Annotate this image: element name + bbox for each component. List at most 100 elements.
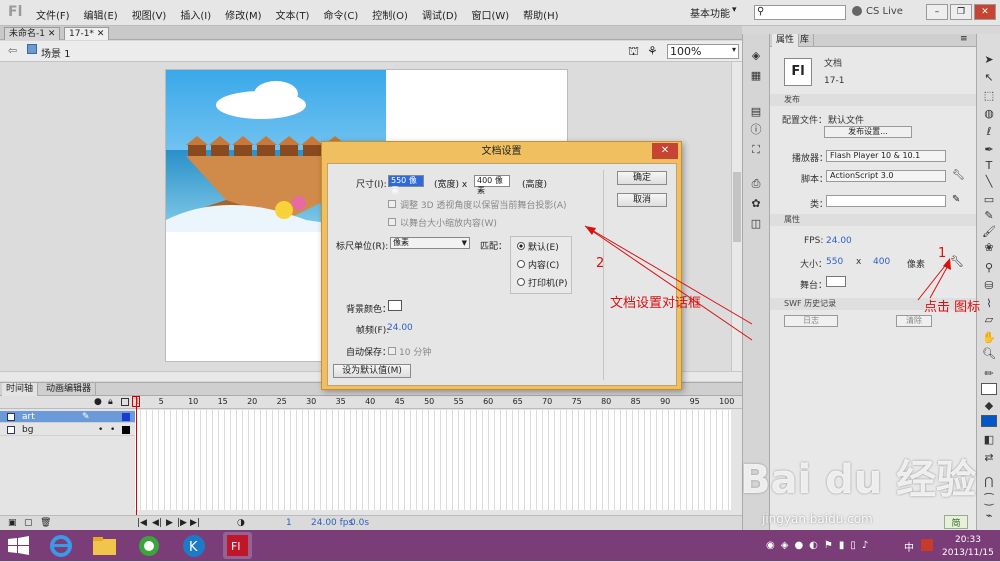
eyedropper-tool-icon[interactable]: ⌇ — [981, 296, 997, 311]
class-input[interactable] — [826, 195, 946, 207]
free-transform-tool-icon[interactable]: ⬚ — [981, 88, 997, 103]
search-input[interactable]: ⚲ — [754, 5, 846, 20]
subselection-tool-icon[interactable]: ↖ — [981, 70, 997, 85]
tab-properties[interactable]: 属性 — [772, 34, 800, 47]
tab-17-1[interactable]: 17-1* ✕ — [64, 27, 110, 40]
edit-class-icon[interactable]: ✎ — [952, 194, 960, 205]
align-icon[interactable]: ▤ — [748, 104, 764, 119]
step-back-icon[interactable]: ◀| — [152, 518, 162, 528]
back-arrow-icon[interactable]: ⇦ — [8, 44, 17, 57]
menu-file[interactable]: 文件(F) — [36, 7, 70, 22]
match-printer-radio[interactable] — [517, 278, 525, 286]
components-icon[interactable]: ✿ — [748, 196, 764, 211]
hand-tool-icon[interactable]: ✋ — [981, 330, 997, 345]
selection-tool-icon[interactable]: ➤ — [981, 52, 997, 67]
menu-modify[interactable]: 修改(M) — [225, 7, 261, 22]
ok-button[interactable]: 确定 — [617, 171, 667, 185]
height-value[interactable]: 400 — [873, 257, 890, 267]
dialog-close-button[interactable]: ✕ — [652, 143, 678, 159]
eraser-tool-icon[interactable]: ▱ — [981, 312, 997, 327]
line-tool-icon[interactable]: ╲ — [981, 174, 997, 189]
autosave-checkbox[interactable] — [388, 347, 396, 355]
frame-rate[interactable]: 24.00 fps — [311, 518, 353, 528]
pen-tool-icon[interactable]: ✒ — [981, 142, 997, 157]
menu-view[interactable]: 视图(V) — [132, 7, 167, 22]
volume-icon[interactable]: ♪ — [862, 540, 868, 551]
snap-icon[interactable]: ⋂ — [981, 474, 997, 489]
browser-360-icon[interactable] — [135, 532, 164, 559]
text-tool-icon[interactable]: T — [981, 158, 997, 173]
height-input[interactable]: 400 像素 — [474, 175, 510, 195]
menu-edit[interactable]: 编辑(E) — [84, 7, 118, 22]
chevron-down-icon[interactable]: ▾ — [732, 5, 737, 15]
menu-insert[interactable]: 插入(I) — [180, 7, 211, 22]
info-icon[interactable]: ⓘ — [748, 122, 764, 137]
stage-color-swatch[interactable] — [826, 276, 846, 287]
lock-icon[interactable]: 🔒︎ — [108, 397, 113, 407]
clock-time[interactable]: 20:33 — [955, 535, 981, 545]
panel-menu-icon[interactable]: ≡ — [960, 34, 968, 44]
width-value[interactable]: 550 — [826, 257, 843, 267]
edit-symbols-icon[interactable]: ⚘ — [647, 44, 658, 58]
vertical-scrollbar[interactable] — [731, 62, 742, 371]
cancel-button[interactable]: 取消 — [617, 193, 667, 207]
go-first-frame-icon[interactable]: |◀ — [137, 518, 147, 528]
match-default-radio[interactable] — [517, 242, 525, 250]
smooth-icon[interactable]: ⁐ — [981, 492, 997, 507]
pencil-tool-icon[interactable]: ✎ — [981, 208, 997, 223]
new-folder-icon[interactable]: ▢ — [24, 518, 33, 528]
minimize-button[interactable]: – — [926, 4, 948, 20]
play-icon[interactable]: ▶ — [166, 518, 173, 528]
log-button[interactable]: 日志 — [784, 315, 838, 327]
layer-color-swatch[interactable] — [122, 426, 130, 434]
script-select[interactable]: ActionScript 3.0 — [826, 170, 946, 182]
workspace-switcher[interactable]: 基本功能 — [690, 5, 730, 20]
new-layer-icon[interactable]: ▣ — [8, 518, 17, 528]
antivirus-icon[interactable]: ◐ — [809, 540, 818, 551]
flag-icon[interactable]: ⚑ — [824, 540, 833, 551]
straighten-icon[interactable]: ⌁ — [981, 508, 997, 523]
player-select[interactable]: Flash Player 10 & 10.1 — [826, 150, 946, 162]
stroke-color-icon[interactable]: ✏ — [981, 366, 997, 381]
3d-rotation-tool-icon[interactable]: ◍ — [981, 106, 997, 121]
wrench-icon[interactable]: 🔧︎ — [952, 170, 965, 181]
zoom-tool-icon[interactable]: 🔍︎ — [981, 346, 997, 361]
swap-colors-icon[interactable]: ⇄ — [981, 450, 997, 465]
internet-explorer-icon[interactable] — [47, 532, 76, 559]
outline-icon[interactable] — [121, 398, 129, 406]
clear-button[interactable]: 清除 — [896, 315, 932, 327]
restore-button[interactable]: ❐ — [950, 4, 972, 20]
frame-grid[interactable] — [135, 410, 731, 510]
section-properties-header[interactable]: 属性 — [770, 214, 976, 226]
qq-icon[interactable]: ● — [794, 540, 803, 551]
menu-window[interactable]: 窗口(W) — [471, 7, 509, 22]
lasso-tool-icon[interactable]: ℓ — [981, 124, 997, 139]
tab-untitled[interactable]: 未命名-1 ✕ — [4, 27, 61, 40]
menu-help[interactable]: 帮助(H) — [523, 7, 558, 22]
swatches-icon[interactable]: ▦ — [748, 68, 764, 83]
layer-row-art[interactable]: art ✎ — [0, 411, 135, 423]
stroke-color-swatch[interactable] — [981, 383, 997, 395]
ime-indicator[interactable]: 中 — [904, 539, 914, 554]
fps-value[interactable]: 24.00 — [387, 323, 413, 333]
current-frame[interactable]: 1 — [286, 518, 292, 528]
ime-status-badge[interactable]: 简 — [944, 515, 968, 529]
motion-presets-icon[interactable]: ◫ — [748, 216, 764, 231]
deco-tool-icon[interactable]: ❀ — [981, 240, 997, 255]
fps-value[interactable]: 24.00 — [826, 236, 852, 246]
match-content-radio[interactable] — [517, 260, 525, 268]
document-settings-wrench-icon[interactable]: 🔧︎ — [950, 255, 964, 268]
black-white-icon[interactable]: ◧ — [981, 432, 997, 447]
cslive-label[interactable]: CS Live — [866, 6, 903, 17]
tab-motion-editor[interactable]: 动画编辑器 — [42, 383, 97, 396]
layer-color-swatch[interactable] — [122, 413, 130, 421]
transform-icon[interactable]: ⛶ — [748, 142, 764, 157]
scroll-thumb[interactable] — [733, 172, 741, 242]
unlocked-dot-icon[interactable]: • — [110, 424, 115, 436]
fill-color-swatch[interactable] — [981, 415, 997, 427]
clock-date[interactable]: 2013/11/15 — [942, 548, 994, 558]
section-publish-header[interactable]: 发布 — [770, 94, 976, 106]
edit-scene-icon[interactable]: ⛫ — [628, 44, 639, 60]
menu-text[interactable]: 文本(T) — [276, 7, 310, 22]
eye-icon[interactable]: ● — [94, 397, 102, 407]
